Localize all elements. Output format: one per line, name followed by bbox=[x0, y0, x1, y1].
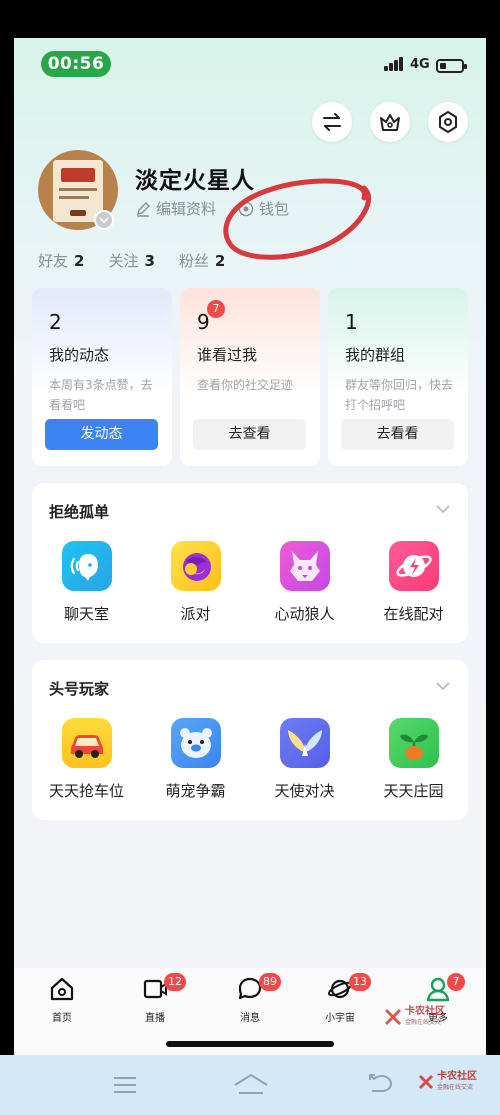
game-werewolf[interactable]: 心动狼人 bbox=[250, 541, 359, 624]
view-groups-button[interactable]: 去看看 bbox=[341, 419, 454, 450]
watermark-subtitle: 金融在线交流 bbox=[437, 1084, 474, 1091]
feature-cards: 2 我的动态 本周有3条点赞，去看看吧 发动态 97 谁看过我 查看你的社交足迹… bbox=[32, 288, 468, 466]
card-title: 我的群组 bbox=[345, 346, 406, 364]
chat-room-icon bbox=[61, 541, 112, 591]
game-parking[interactable]: 天天抢车位 bbox=[32, 718, 141, 801]
post-moment-button[interactable]: 发动态 bbox=[45, 419, 158, 450]
werewolf-icon bbox=[279, 541, 330, 591]
more-badge: 7 bbox=[447, 973, 465, 991]
username: 淡定火星人 bbox=[135, 168, 255, 194]
tab-universe[interactable]: 13 小宇宙 bbox=[300, 973, 380, 1024]
game-farm[interactable]: 天天庄园 bbox=[359, 718, 468, 801]
party-icon bbox=[170, 541, 221, 591]
game-label: 派对 bbox=[180, 605, 211, 623]
game-angel-duel[interactable]: 天使对决 bbox=[250, 718, 359, 801]
avatar-chevron-down-icon[interactable] bbox=[94, 210, 114, 230]
settings-hexagon-icon bbox=[439, 111, 457, 133]
car-icon bbox=[61, 718, 112, 768]
profile-actions: 编辑资料 钱包 bbox=[135, 198, 289, 219]
card-my-groups[interactable]: 1 我的群组 群友等你回归，快去打个招呼吧 去看看 bbox=[328, 288, 468, 466]
game-pet-battle[interactable]: 萌宠争霸 bbox=[141, 718, 250, 801]
kanong-logo-icon bbox=[418, 1074, 434, 1090]
wallet-link[interactable]: 钱包 bbox=[238, 198, 289, 219]
view-visitors-button[interactable]: 去查看 bbox=[193, 419, 306, 450]
switch-arrows-icon bbox=[323, 113, 341, 131]
wallet-coin-icon bbox=[238, 201, 254, 216]
screen: 00:56 4G 淡定火星人 编辑资料 钱包 好友 2 关注 3 粉丝 2 2 … bbox=[14, 38, 486, 1055]
angel-wings-icon bbox=[279, 718, 330, 768]
card-my-posts[interactable]: 2 我的动态 本周有3条点赞，去看看吧 发动态 bbox=[32, 288, 172, 466]
stat-followers[interactable]: 粉丝 2 bbox=[179, 250, 225, 271]
section-title: 头号玩家 bbox=[49, 680, 110, 698]
edit-profile-label: 编辑资料 bbox=[156, 200, 217, 218]
settings-button[interactable] bbox=[428, 102, 468, 142]
watermark-logo-bottom: 卡农社区 金融在线交流 bbox=[418, 1071, 477, 1093]
universe-badge: 13 bbox=[349, 973, 371, 991]
card-desc: 群友等你回归，快去打个招呼吧 bbox=[345, 378, 454, 412]
status-bar: 00:56 4G bbox=[14, 38, 486, 88]
game-chat-room[interactable]: 聊天室 bbox=[32, 541, 141, 624]
online-match-icon bbox=[388, 541, 439, 591]
pet-bear-icon bbox=[170, 718, 221, 768]
switch-account-button[interactable] bbox=[312, 102, 352, 142]
stat-friends[interactable]: 好友 2 bbox=[38, 250, 84, 271]
tab-messages[interactable]: 89 消息 bbox=[210, 973, 290, 1024]
game-label: 在线配对 bbox=[383, 605, 444, 623]
game-label: 天天抢车位 bbox=[48, 782, 124, 800]
network-type: 4G bbox=[410, 57, 430, 72]
kanong-logo-icon bbox=[384, 1008, 402, 1026]
game-label: 天天庄园 bbox=[383, 782, 444, 800]
card-desc: 查看你的社交足迹 bbox=[197, 378, 294, 392]
game-label: 心动狼人 bbox=[274, 605, 335, 623]
back-nav-icon[interactable] bbox=[369, 1074, 393, 1092]
chevron-down-icon[interactable] bbox=[436, 505, 450, 514]
card-number: 97 bbox=[197, 300, 307, 334]
edit-profile-link[interactable]: 编辑资料 bbox=[135, 198, 216, 219]
section-refuse-alone: 拒绝孤单 聊天室 派对 心动狼人 在线配对 bbox=[32, 483, 468, 643]
visitor-badge: 7 bbox=[207, 300, 225, 318]
chevron-down-icon[interactable] bbox=[436, 682, 450, 691]
tab-home[interactable]: 首页 bbox=[22, 976, 102, 1024]
home-nav-icon[interactable] bbox=[234, 1073, 268, 1095]
tab-label: 首页 bbox=[52, 1013, 72, 1024]
watermark-title: 卡农社区 bbox=[405, 1006, 445, 1017]
section-title: 拒绝孤单 bbox=[49, 503, 110, 521]
card-title: 我的动态 bbox=[49, 346, 110, 364]
watermark-title: 卡农社区 bbox=[437, 1071, 477, 1082]
home-indicator[interactable] bbox=[166, 1041, 334, 1047]
home-icon bbox=[50, 977, 74, 1001]
card-title: 谁看过我 bbox=[197, 346, 258, 364]
game-label: 天使对决 bbox=[274, 782, 335, 800]
tab-label: 直播 bbox=[145, 1013, 165, 1024]
live-badge: 12 bbox=[164, 973, 186, 991]
status-time: 00:56 bbox=[41, 51, 111, 77]
wallet-label: 钱包 bbox=[259, 200, 290, 218]
messages-badge: 89 bbox=[259, 973, 281, 991]
game-label: 聊天室 bbox=[63, 605, 109, 623]
card-number: 2 bbox=[49, 310, 62, 334]
crown-icon bbox=[380, 114, 400, 131]
watermark-logo: 卡农社区 金融在线交流 bbox=[384, 1006, 445, 1028]
card-number: 1 bbox=[345, 310, 358, 334]
menu-icon[interactable] bbox=[114, 1077, 136, 1093]
pencil-icon bbox=[137, 201, 150, 217]
system-navigation-bar: 卡农社区 金融在线交流 bbox=[0, 1055, 500, 1115]
tab-label: 消息 bbox=[240, 1013, 260, 1024]
section-top-player: 头号玩家 天天抢车位 萌宠争霸 天使对决 天天庄园 bbox=[32, 660, 468, 820]
social-stats: 好友 2 关注 3 粉丝 2 bbox=[38, 250, 249, 271]
watermark-subtitle: 金融在线交流 bbox=[405, 1019, 442, 1026]
stat-following[interactable]: 关注 3 bbox=[108, 250, 154, 271]
game-label: 萌宠争霸 bbox=[165, 782, 226, 800]
card-desc: 本周有3条点赞，去看看吧 bbox=[49, 378, 153, 412]
game-party[interactable]: 派对 bbox=[141, 541, 250, 624]
card-visitors[interactable]: 97 谁看过我 查看你的社交足迹 去查看 bbox=[180, 288, 320, 466]
vip-crown-button[interactable] bbox=[370, 102, 410, 142]
game-online-match[interactable]: 在线配对 bbox=[359, 541, 468, 624]
tab-label: 小宇宙 bbox=[325, 1013, 355, 1024]
farm-sprout-icon bbox=[388, 718, 439, 768]
battery-icon bbox=[436, 59, 467, 73]
tab-live[interactable]: 12 直播 bbox=[115, 973, 195, 1024]
signal-icon bbox=[384, 57, 404, 71]
